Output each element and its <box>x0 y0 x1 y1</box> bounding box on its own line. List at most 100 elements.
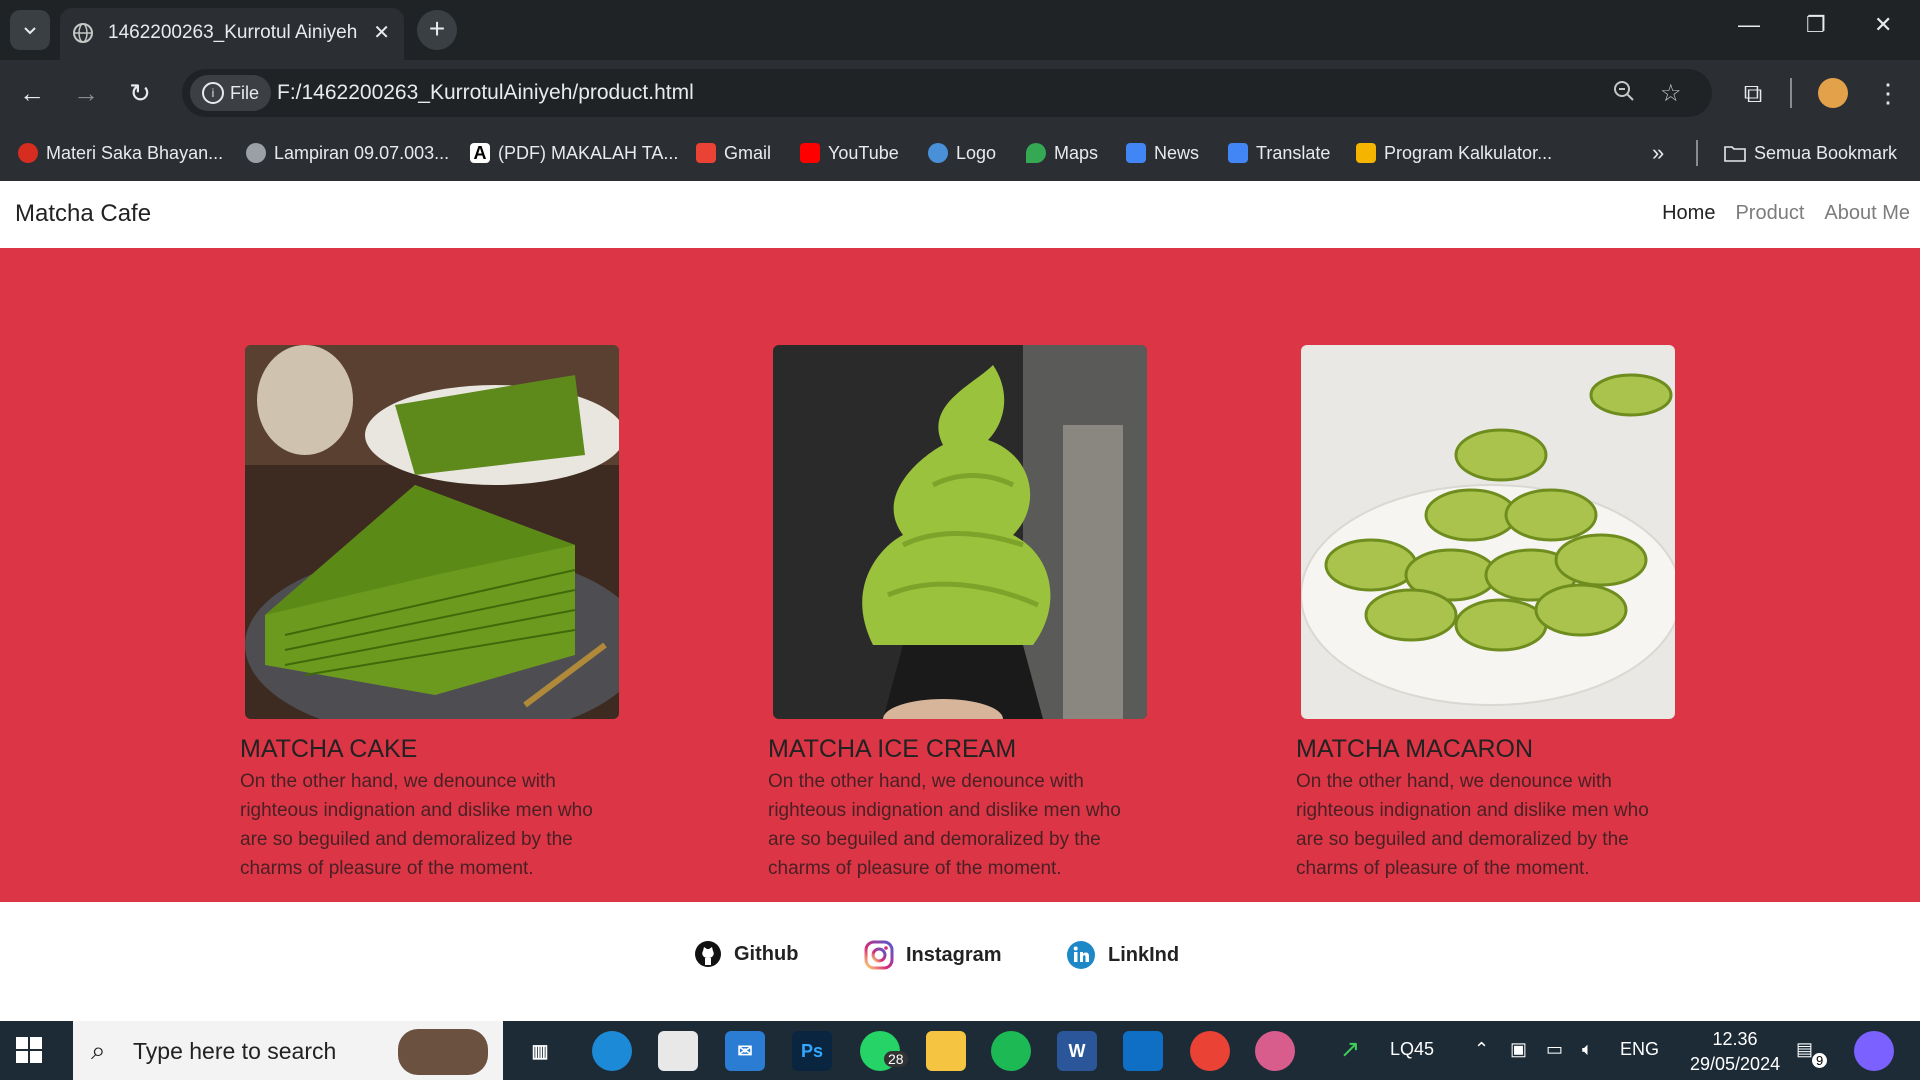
bookmark-item[interactable]: News <box>1126 139 1199 167</box>
bookmark-label: Lampiran 09.07.003... <box>274 142 450 163</box>
translate-icon <box>1228 143 1248 163</box>
taskbar-search-box[interactable]: ⌕ Type here to search <box>73 1021 503 1080</box>
microsoft-store-icon[interactable] <box>658 1031 698 1071</box>
word-icon[interactable]: W <box>1057 1031 1097 1071</box>
info-icon: i <box>202 82 224 104</box>
file-explorer-icon[interactable] <box>926 1031 966 1071</box>
more-bookmarks-icon[interactable]: » <box>1652 139 1664 167</box>
notification-badge: 9 <box>1812 1053 1828 1068</box>
photoshop-icon[interactable]: Ps <box>792 1031 832 1071</box>
chevron-down-icon <box>24 27 36 35</box>
windows-taskbar: ⌕ Type here to search ▥ ✉ Ps 28 W ↗ LQ45… <box>0 1021 1920 1080</box>
youtube-icon <box>800 143 820 163</box>
windows-start-icon[interactable] <box>14 1035 44 1065</box>
bookmark-item[interactable]: Lampiran 09.07.003... <box>246 139 449 167</box>
linkedin-link[interactable]: LinkInd <box>1066 940 1179 970</box>
bookmarks-bar: Materi Saka Bhayan... Lampiran 09.07.003… <box>0 126 1920 182</box>
site-brand[interactable]: Matcha Cafe <box>15 200 151 228</box>
search-icon: ⌕ <box>91 1035 106 1065</box>
zoom-icon[interactable] <box>1612 79 1636 110</box>
profile-avatar[interactable] <box>1818 78 1848 108</box>
globe-icon <box>73 23 93 43</box>
matcha-macaron-image <box>1301 345 1675 719</box>
bookmark-item[interactable]: Maps <box>1026 139 1098 167</box>
bookmark-label: YouTube <box>828 142 899 163</box>
toolbar-divider <box>1790 78 1792 108</box>
bookmark-star-icon[interactable]: ☆ <box>1660 79 1682 108</box>
kalkulator-icon <box>1356 143 1376 163</box>
product-description: On the other hand, we denounce with righ… <box>240 771 593 879</box>
stock-label[interactable]: LQ45 <box>1390 1039 1434 1060</box>
tab-search-button[interactable] <box>10 10 50 50</box>
clock-time: 12.36 <box>1712 1029 1758 1049</box>
restore-icon[interactable]: ❐ <box>1806 12 1826 38</box>
chrome-icon[interactable] <box>1190 1031 1230 1071</box>
bookmark-item[interactable]: Materi Saka Bhayan... <box>18 139 223 167</box>
new-tab-button[interactable]: + <box>417 10 457 50</box>
github-link[interactable]: Github <box>694 940 798 968</box>
instagram-link[interactable]: Instagram <box>864 940 1002 970</box>
browser-titlebar: 1462200263_Kurrotul Ainiyeh ✕ + — ❐ ✕ <box>0 0 1920 60</box>
nav-home[interactable]: Home <box>1662 202 1715 225</box>
bookmark-item[interactable]: Gmail <box>696 139 771 167</box>
maps-icon <box>1026 143 1046 163</box>
bookmarks-divider <box>1696 140 1698 166</box>
address-bar[interactable]: i File F:/1462200263_KurrotulAiniyeh/pro… <box>182 69 1712 117</box>
browser-tab[interactable]: 1462200263_Kurrotul Ainiyeh ✕ <box>60 8 404 60</box>
linkedin-icon <box>1067 941 1095 969</box>
whatsapp-badge: 28 <box>884 1051 908 1067</box>
bookmark-label: Logo <box>956 142 997 163</box>
spotify-icon[interactable] <box>991 1031 1031 1071</box>
products-section: MATCHA CAKE On the other hand, we denoun… <box>0 248 1920 902</box>
close-tab-icon[interactable]: ✕ <box>373 20 390 45</box>
site-info-chip[interactable]: i File <box>190 75 272 111</box>
github-label: Github <box>734 942 799 965</box>
snipping-tool-icon[interactable] <box>1255 1031 1295 1071</box>
reload-icon[interactable]: ↻ <box>124 77 156 109</box>
site-navbar: Matcha Cafe Home Product About Me <box>0 181 1920 248</box>
bookmark-label: Program Kalkulator... <box>1384 142 1553 163</box>
stock-chart-icon[interactable]: ↗ <box>1340 1035 1360 1064</box>
bookmark-label: Translate <box>1256 142 1331 163</box>
web-page: Matcha Cafe Home Product About Me MATCHA… <box>0 181 1920 1021</box>
battery-icon[interactable]: ▭ <box>1546 1039 1563 1060</box>
otter-illustration <box>398 1029 488 1075</box>
task-view-icon[interactable]: ▥ <box>520 1031 560 1071</box>
bookmark-item[interactable]: YouTube <box>800 139 899 167</box>
browser-toolbar: ← → ↻ i File F:/1462200263_KurrotulAiniy… <box>0 60 1920 126</box>
news-icon <box>1126 143 1146 163</box>
language-indicator[interactable]: ENG <box>1620 1039 1659 1060</box>
all-bookmarks-label: Semua Bookmark <box>1754 142 1898 163</box>
bookmark-label: Gmail <box>724 142 772 163</box>
minimize-icon[interactable]: — <box>1738 12 1760 38</box>
copilot-icon[interactable] <box>1854 1031 1894 1071</box>
clock[interactable]: 12.36 29/05/2024 <box>1690 1027 1780 1077</box>
all-bookmarks-folder[interactable]: Semua Bookmark <box>1724 139 1897 167</box>
forward-arrow-icon[interactable]: → <box>70 77 102 109</box>
close-window-icon[interactable]: ✕ <box>1874 12 1892 38</box>
bookmark-label: Materi Saka Bhayan... <box>46 142 224 163</box>
vscode-icon[interactable] <box>1123 1031 1163 1071</box>
back-arrow-icon[interactable]: ← <box>16 77 48 109</box>
meet-now-icon[interactable]: ▣ <box>1510 1039 1527 1060</box>
show-hidden-icons-icon[interactable]: ⌃ <box>1474 1039 1489 1060</box>
notifications-icon[interactable]: ▤ <box>1796 1039 1813 1060</box>
edge-icon[interactable] <box>592 1031 632 1071</box>
bookmark-item[interactable]: A (PDF) MAKALAH TA... <box>470 139 678 167</box>
bookmark-label: Maps <box>1054 142 1099 163</box>
product-name: MATCHA ICE CREAM <box>768 735 1017 763</box>
nav-about-me[interactable]: About Me <box>1824 202 1910 225</box>
folder-icon <box>1724 146 1746 162</box>
logo-icon <box>928 143 948 163</box>
bookmark-item[interactable]: Logo <box>928 139 996 167</box>
url-text[interactable]: F:/1462200263_KurrotulAiniyeh/product.ht… <box>277 81 694 105</box>
nav-links: Home Product About Me <box>1662 202 1910 225</box>
extensions-icon[interactable]: ⧉ <box>1737 77 1769 109</box>
bookmark-item[interactable]: Program Kalkulator... <box>1356 139 1552 167</box>
nav-product[interactable]: Product <box>1735 202 1804 225</box>
bookmark-item[interactable]: Translate <box>1228 139 1330 167</box>
menu-kebab-icon[interactable]: ⋮ <box>1872 77 1904 109</box>
volume-icon[interactable]: 🔈︎ <box>1582 1039 1593 1060</box>
product-description: On the other hand, we denounce with righ… <box>768 771 1121 879</box>
mail-icon[interactable]: ✉ <box>725 1031 765 1071</box>
